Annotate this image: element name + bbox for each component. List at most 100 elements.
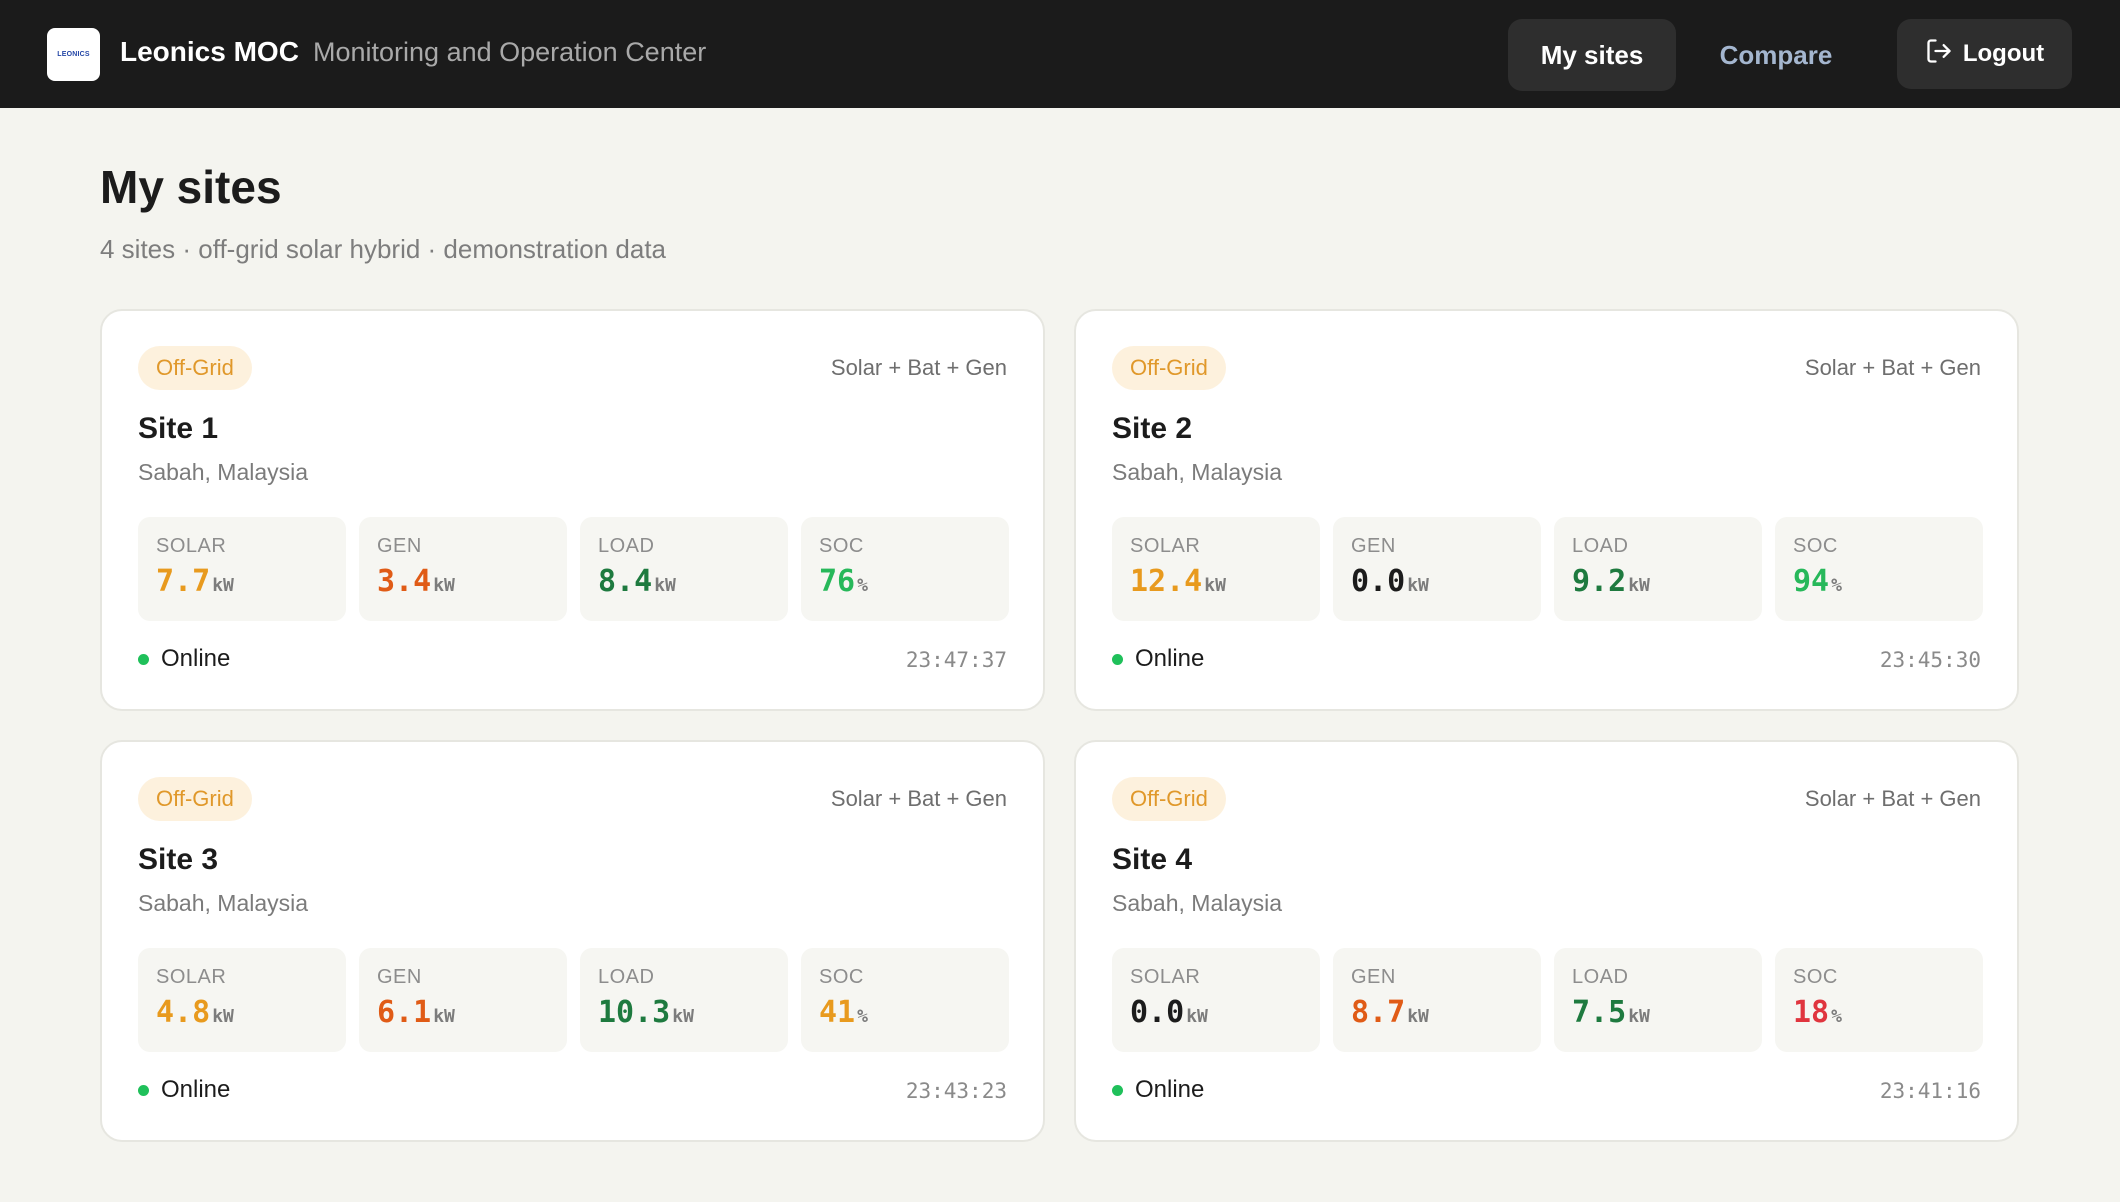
metric-value: 7.7 kW [156, 564, 346, 599]
metric-gen: GEN 0.0 kW [1333, 517, 1541, 621]
last-update-time: 23:47:37 [905, 648, 1007, 672]
status-text: Online [161, 645, 231, 672]
metrics-row: SOLAR 7.7kW GEN 3.4kW LOAD 8.4kW SOC [138, 517, 1009, 621]
metric-value: 6.1 kW [377, 995, 567, 1030]
metric-load: LOAD 7.5 kW [1554, 948, 1762, 1052]
metric-label: SOC [1793, 535, 1838, 557]
unit-label: kW [212, 575, 234, 596]
site-name: Site 4 [1112, 843, 1193, 876]
unit-label: % [1831, 575, 1842, 596]
nav-compare-label: Compare [1719, 39, 1833, 70]
grid-type-badge: Off-Grid [1112, 777, 1226, 821]
metric-label: SOLAR [156, 535, 227, 557]
logout-button[interactable]: Logout [1897, 19, 2072, 89]
status-indicator: Online [138, 1076, 230, 1104]
online-status-dot-icon [1112, 1084, 1123, 1096]
metric-label: GEN [377, 966, 422, 988]
status-indicator: Online [1112, 1076, 1204, 1104]
soc-value: 94 [1793, 564, 1830, 599]
unit-label: kW [1628, 575, 1650, 596]
leonics-logo[interactable]: LEONICS [47, 28, 100, 81]
gen-value: 6.1 [377, 995, 432, 1030]
brand-name: Leonics MOC [120, 36, 299, 67]
system-config-label: Solar + Bat + Gen [1804, 786, 1981, 811]
brand-subtitle: Monitoring and Operation Center [313, 37, 707, 67]
metric-label: SOC [1793, 966, 1838, 988]
metric-label: LOAD [598, 966, 655, 988]
site-card-3[interactable]: Off-Grid Solar + Bat + Gen Site 3 Sabah,… [100, 740, 1045, 1142]
unit-label: % [857, 575, 868, 596]
metric-label: LOAD [598, 535, 655, 557]
system-config-label: Solar + Bat + Gen [1804, 355, 1981, 380]
unit-label: kW [1204, 575, 1226, 596]
metric-gen: GEN 3.4 kW [359, 517, 567, 621]
metrics-row: SOLAR 0.0kW GEN 8.7kW LOAD 7.5kW SOC [1112, 948, 1983, 1052]
top-bar: LEONICS Leonics MOC Monitoring and Opera… [0, 0, 2120, 108]
metric-gen: GEN 8.7 kW [1333, 948, 1541, 1052]
metric-soc: SOC 41% [801, 948, 1009, 1052]
site-name: Site 1 [138, 412, 219, 445]
metric-value: 8.7 kW [1351, 995, 1541, 1030]
metric-soc: SOC 94% [1775, 517, 1983, 621]
metric-value: 7.5 kW [1572, 995, 1762, 1030]
metric-value: 94% [1793, 564, 1983, 599]
site-location: Sabah, Malaysia [1112, 890, 1283, 916]
metrics-row: SOLAR 12.4kW GEN 0.0kW LOAD 9.2kW SOC [1112, 517, 1983, 621]
metrics-row: SOLAR 4.8kW GEN 6.1kW LOAD 10.3kW SOC [138, 948, 1009, 1052]
unit-label: kW [433, 1006, 455, 1027]
metric-value: 12.4 kW [1130, 564, 1320, 599]
metric-solar: SOLAR 4.8 kW [138, 948, 346, 1052]
metric-label: LOAD [1572, 966, 1629, 988]
solar-value: 4.8 [156, 995, 211, 1030]
site-name: Site 2 [1112, 412, 1193, 445]
metric-load: LOAD 9.2 kW [1554, 517, 1762, 621]
gen-value: 3.4 [377, 564, 432, 599]
nav-compare-button[interactable]: Compare [1696, 19, 1856, 91]
metric-solar: SOLAR 0.0 kW [1112, 948, 1320, 1052]
site-card-4[interactable]: Off-Grid Solar + Bat + Gen Site 4 Sabah,… [1074, 740, 2019, 1142]
metric-value: 0.0 kW [1351, 564, 1541, 599]
load-value: 8.4 [598, 564, 653, 599]
metric-gen: GEN 6.1 kW [359, 948, 567, 1052]
grid-type-badge: Off-Grid [138, 346, 252, 390]
site-card-2[interactable]: Off-Grid Solar + Bat + Gen Site 2 Sabah,… [1074, 309, 2019, 711]
metric-label: SOLAR [1130, 966, 1201, 988]
metric-label: SOLAR [1130, 535, 1201, 557]
unit-label: % [1831, 1006, 1842, 1027]
unit-label: kW [1186, 1006, 1208, 1027]
metric-value: 76% [819, 564, 1009, 599]
logout-icon [1925, 37, 1953, 72]
metric-load: LOAD 10.3 kW [580, 948, 788, 1052]
site-location: Sabah, Malaysia [1112, 459, 1283, 485]
metric-value: 9.2 kW [1572, 564, 1762, 599]
metric-label: LOAD [1572, 535, 1629, 557]
status-text: Online [161, 1076, 231, 1103]
site-card-1[interactable]: Off-Grid Solar + Bat + Gen Site 1 Sabah,… [100, 309, 1045, 711]
status-text: Online [1135, 1076, 1205, 1103]
metric-label: GEN [1351, 535, 1396, 557]
metric-soc: SOC 18% [1775, 948, 1983, 1052]
metric-label: GEN [377, 535, 422, 557]
gen-value: 8.7 [1351, 995, 1406, 1030]
last-update-time: 23:45:30 [1879, 648, 1981, 672]
solar-value: 12.4 [1130, 564, 1203, 599]
load-value: 10.3 [598, 995, 671, 1030]
page-title: My sites [100, 161, 282, 213]
unit-label: kW [212, 1006, 234, 1027]
grid-type-badge: Off-Grid [1112, 346, 1226, 390]
metric-label: GEN [1351, 966, 1396, 988]
site-location: Sabah, Malaysia [138, 459, 309, 485]
soc-value: 18 [1793, 995, 1830, 1030]
nav-my-sites-label: My sites [1540, 39, 1644, 70]
site-location: Sabah, Malaysia [138, 890, 309, 916]
unit-label: kW [1628, 1006, 1650, 1027]
nav-my-sites-button[interactable]: My sites [1508, 19, 1676, 91]
page-subtitle: 4 sites · off-grid solar hybrid · demons… [100, 234, 667, 264]
site-name: Site 3 [138, 843, 219, 876]
system-config-label: Solar + Bat + Gen [830, 355, 1007, 380]
online-status-dot-icon [138, 1084, 149, 1096]
solar-value: 0.0 [1130, 995, 1185, 1030]
online-status-dot-icon [138, 653, 149, 665]
metric-label: SOC [819, 966, 864, 988]
metric-value: 3.4 kW [377, 564, 567, 599]
